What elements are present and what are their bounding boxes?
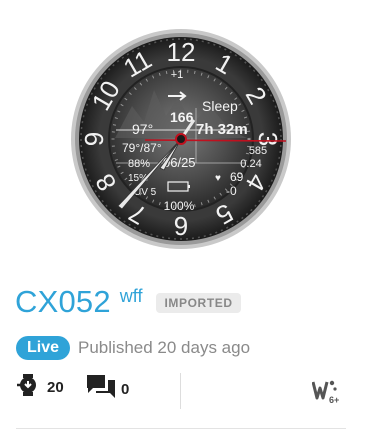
comments-stat[interactable]: 0	[86, 373, 129, 406]
svg-text:6+: 6+	[329, 395, 339, 405]
watch-download-icon	[16, 373, 42, 402]
imported-badge: IMPORTED	[156, 293, 241, 313]
value-024: 0.24	[240, 158, 261, 170]
value-585: 585	[249, 145, 267, 157]
value-166: 166	[170, 109, 194, 125]
heart-icon: ♥	[215, 173, 221, 184]
watchface-card[interactable]: 12 1 2 3 4 5 6 7 8 9 10 11 +1 Sleep 166 7h 32m 97° …	[0, 0, 371, 439]
watchface-title[interactable]: CX052	[15, 284, 111, 320]
stats-divider	[180, 373, 181, 409]
sleep-time: 7h 32m	[196, 121, 248, 138]
format-label: wff	[119, 286, 143, 306]
dial-numeral: 12	[167, 37, 196, 67]
stats-row: 20 0 6+	[16, 370, 356, 410]
dial-numeral: 6	[174, 211, 188, 241]
humidity-text: 88%	[128, 158, 150, 170]
published-date: Published 20 days ago	[78, 338, 251, 357]
title-row: CX052 wff IMPORTED	[15, 284, 241, 320]
dial-numeral: 9	[79, 132, 109, 146]
delta-value: -0	[226, 184, 237, 198]
watchface-thumbnail[interactable]: 12 1 2 3 4 5 6 7 8 9 10 11 +1 Sleep 166 7h 32m 97° …	[70, 28, 292, 250]
sleep-label: Sleep	[202, 98, 238, 114]
installs-stat: 20	[16, 373, 64, 402]
battery-percent: 100%	[164, 199, 195, 213]
bottom-divider	[16, 428, 346, 429]
live-badge: Live	[16, 336, 71, 360]
comments-count: 0	[121, 381, 130, 398]
heart-rate: 69	[230, 170, 244, 184]
installs-count: 20	[47, 379, 64, 396]
temperature-now: 97°	[132, 121, 153, 137]
watchface-preview: 12 1234567891011 +1 Sleep 166 7h 32m 97° …	[71, 29, 291, 249]
chat-bubbles-icon	[86, 373, 116, 406]
wear-os-6-plus-icon: 6+	[311, 378, 344, 411]
steps-up-value: +1	[171, 69, 184, 81]
status-row: Live Published 20 days ago	[16, 335, 250, 361]
temperature-range: 79°/87°	[122, 141, 162, 155]
